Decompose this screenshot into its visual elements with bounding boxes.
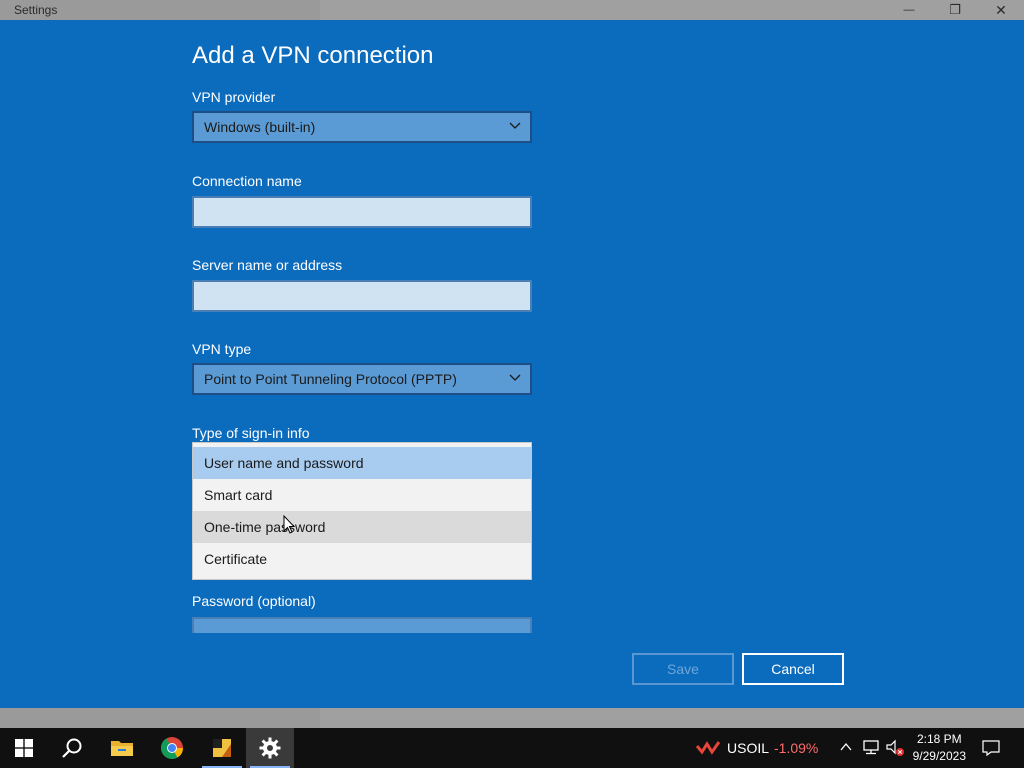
- option-label: User name and password: [204, 455, 364, 471]
- vpn-dialog: Add a VPN connection VPN provider Window…: [0, 20, 1024, 708]
- chrome-icon: [161, 737, 183, 759]
- window-titlebar: Settings — ❐ ✕: [0, 0, 1024, 20]
- taskbar: USOIL -1.09% 2:18 PM 9/29/2023: [0, 728, 1024, 768]
- minimize-icon: —: [903, 4, 915, 16]
- restore-icon: ❐: [949, 2, 961, 17]
- dropdown-option-certificate[interactable]: Certificate: [193, 543, 531, 575]
- vpn-type-value: Point to Point Tunneling Protocol (PPTP): [204, 371, 457, 387]
- stock-symbol[interactable]: USOIL: [727, 740, 769, 756]
- vpn-provider-label: VPN provider: [192, 89, 276, 105]
- option-label: One-time password: [204, 519, 326, 535]
- signin-type-dropdown[interactable]: User name and password Smart card One-ti…: [192, 442, 532, 580]
- dropdown-option-username-password[interactable]: User name and password: [193, 447, 531, 479]
- minimize-button[interactable]: —: [886, 0, 932, 20]
- app-button[interactable]: [198, 728, 246, 768]
- clock[interactable]: 2:18 PM 9/29/2023: [913, 731, 966, 765]
- network-icon[interactable]: [862, 739, 880, 755]
- chevron-up-icon[interactable]: [840, 742, 852, 752]
- mouse-cursor-icon: [283, 515, 295, 534]
- window-bottom-strip: [0, 708, 1024, 728]
- bottom-left-pane: [0, 708, 320, 728]
- dropdown-option-one-time-password[interactable]: One-time password: [193, 511, 531, 543]
- server-label: Server name or address: [192, 257, 343, 273]
- start-button[interactable]: [0, 728, 48, 768]
- cancel-button[interactable]: Cancel: [742, 653, 844, 685]
- file-explorer-icon: [111, 741, 133, 756]
- stock-chart-icon[interactable]: [696, 740, 720, 756]
- search-icon: [62, 738, 82, 758]
- stock-change[interactable]: -1.09%: [774, 740, 818, 756]
- clock-date: 9/29/2023: [912, 749, 966, 763]
- server-input[interactable]: [192, 280, 532, 312]
- dropdown-option-smart-card[interactable]: Smart card: [193, 479, 531, 511]
- connection-name-input[interactable]: [192, 196, 532, 228]
- settings-icon: [259, 737, 281, 759]
- close-icon: ✕: [995, 1, 1007, 18]
- close-button[interactable]: ✕: [978, 0, 1024, 20]
- chrome-button[interactable]: [148, 728, 196, 768]
- clock-time: 2:18 PM: [916, 732, 962, 746]
- settings-button[interactable]: [246, 728, 294, 768]
- vpn-provider-value: Windows (built-in): [204, 119, 316, 135]
- window-title: Settings: [14, 3, 58, 17]
- vpn-provider-select[interactable]: Windows (built-in): [192, 111, 532, 143]
- search-button[interactable]: [48, 728, 96, 768]
- save-button[interactable]: Save: [632, 653, 734, 685]
- connection-name-label: Connection name: [192, 173, 302, 189]
- vpn-type-select[interactable]: Point to Point Tunneling Protocol (PPTP): [192, 363, 532, 395]
- password-input[interactable]: [192, 617, 532, 633]
- chevron-down-icon: [509, 122, 521, 129]
- signin-type-label: Type of sign-in info: [192, 425, 310, 441]
- app-icon: [213, 739, 231, 757]
- option-label: Certificate: [204, 551, 268, 567]
- volume-muted-icon[interactable]: [885, 739, 905, 757]
- chevron-down-icon: [509, 374, 521, 381]
- restore-button[interactable]: ❐: [932, 0, 978, 20]
- dialog-title: Add a VPN connection: [192, 42, 434, 69]
- notifications-icon[interactable]: [982, 739, 1000, 757]
- password-label: Password (optional): [192, 593, 316, 609]
- windows-start-icon: [15, 739, 33, 757]
- vpn-type-label: VPN type: [192, 341, 252, 357]
- file-explorer-button[interactable]: [98, 728, 146, 768]
- screen: Settings — ❐ ✕ Add a VPN connection VPN …: [0, 0, 1024, 768]
- option-label: Smart card: [204, 487, 273, 503]
